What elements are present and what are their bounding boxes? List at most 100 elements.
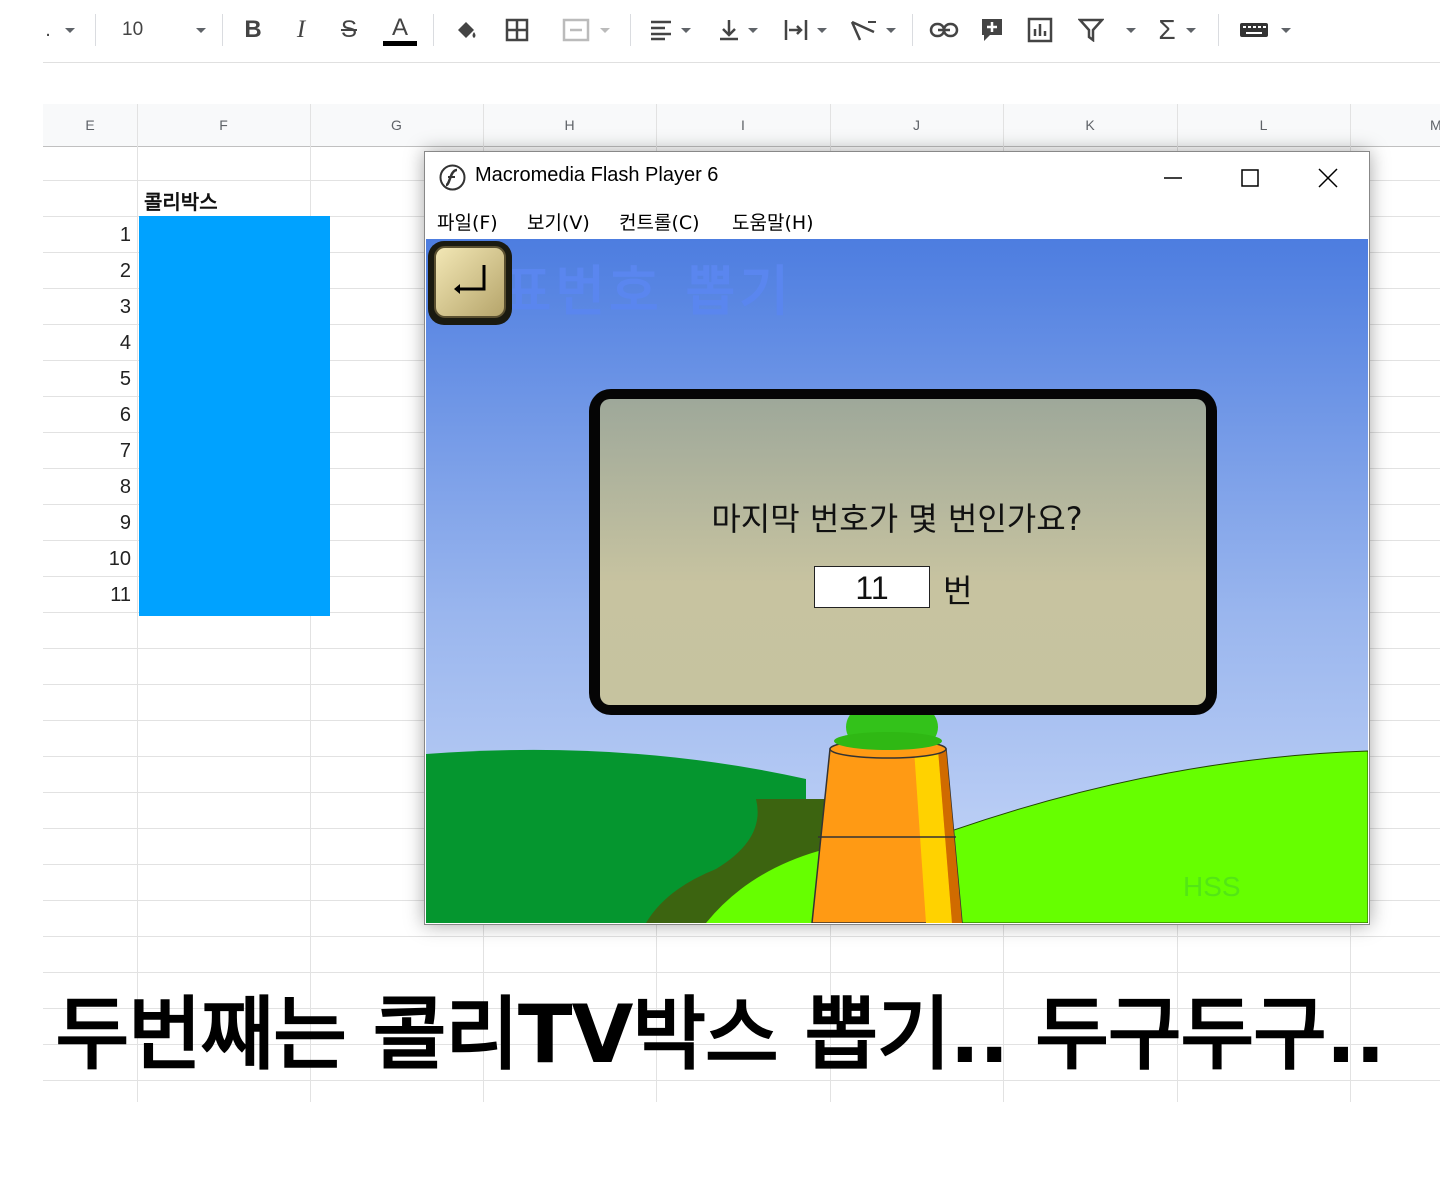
chevron-down-icon bbox=[196, 27, 206, 33]
insert-link-button[interactable] bbox=[926, 8, 962, 52]
chevron-down-icon bbox=[1185, 27, 1196, 33]
column-header-m[interactable]: M bbox=[1350, 104, 1440, 146]
font-dropdown[interactable]: . bbox=[40, 8, 80, 52]
filter-button[interactable] bbox=[1072, 8, 1142, 52]
text-color-button[interactable]: A bbox=[380, 8, 420, 52]
close-icon bbox=[1318, 168, 1338, 188]
chevron-down-icon bbox=[748, 27, 758, 33]
chevron-down-icon bbox=[1281, 27, 1291, 33]
window-menubar: 파일(F) 보기(V) 컨트롤(C) 도움말(H) bbox=[425, 202, 1369, 238]
column-header-row: E F G H I J K L M bbox=[43, 104, 1440, 147]
cell-row-value[interactable]: 2 bbox=[43, 260, 131, 283]
font-size-value: 10 bbox=[122, 19, 144, 40]
minimize-button[interactable] bbox=[1143, 158, 1203, 198]
minimize-icon bbox=[1164, 177, 1182, 179]
cell-row-value[interactable]: 7 bbox=[43, 440, 131, 463]
insert-chart-icon bbox=[1027, 17, 1053, 43]
input-tools-button[interactable] bbox=[1232, 8, 1298, 52]
menu-view[interactable]: 보기(V) bbox=[527, 208, 590, 235]
toolbar-divider bbox=[43, 62, 1440, 63]
menu-help[interactable]: 도움말(H) bbox=[732, 208, 814, 235]
italic-icon: I bbox=[296, 16, 306, 43]
cell-row-value[interactable]: 6 bbox=[43, 404, 131, 427]
toolbar-separator bbox=[222, 14, 223, 46]
toolbar-separator bbox=[912, 14, 913, 46]
cell-row-value[interactable]: 9 bbox=[43, 512, 131, 535]
menu-control[interactable]: 컨트롤(C) bbox=[619, 208, 700, 235]
cell-row-value[interactable]: 3 bbox=[43, 296, 131, 319]
cell-f-label[interactable]: 콜리박스 bbox=[144, 186, 218, 215]
close-button[interactable] bbox=[1298, 158, 1358, 198]
cell-row-value[interactable]: 5 bbox=[43, 368, 131, 391]
column-header-e[interactable]: E bbox=[43, 104, 137, 146]
column-header-i[interactable]: I bbox=[656, 104, 830, 146]
text-wrap-icon bbox=[784, 20, 808, 40]
input-tools-icon bbox=[1240, 23, 1268, 37]
enter-button[interactable] bbox=[426, 239, 514, 327]
cell-row-value[interactable]: 8 bbox=[43, 476, 131, 499]
window-titlebar[interactable]: Macromedia Flash Player 6 bbox=[425, 152, 1369, 202]
merge-cells-icon bbox=[562, 18, 590, 42]
flash-player-icon bbox=[439, 164, 466, 191]
window-title: Macromedia Flash Player 6 bbox=[475, 164, 719, 186]
cell-row-value[interactable]: 1 bbox=[43, 224, 131, 247]
toolbar: . 10 B I S A Σ bbox=[0, 0, 1440, 62]
font-size-dropdown[interactable]: 10 bbox=[110, 8, 214, 52]
bold-button[interactable]: B bbox=[236, 8, 270, 52]
cell-row-value[interactable]: 10 bbox=[43, 548, 131, 571]
horizontal-align-button[interactable] bbox=[644, 8, 696, 52]
functions-icon: Σ bbox=[1158, 14, 1176, 45]
chevron-down-icon bbox=[817, 27, 827, 33]
chevron-down-icon bbox=[1126, 27, 1136, 33]
italic-button[interactable]: I bbox=[284, 8, 318, 52]
text-rotation-button[interactable] bbox=[846, 8, 900, 52]
text-wrap-button[interactable] bbox=[778, 8, 832, 52]
insert-comment-icon bbox=[982, 19, 1002, 41]
insert-chart-button[interactable] bbox=[1023, 8, 1057, 52]
borders-icon bbox=[505, 18, 529, 42]
unit-label: 번 bbox=[943, 572, 973, 610]
text-color-icon: A bbox=[391, 13, 408, 41]
cell-row-value[interactable]: 11 bbox=[43, 584, 131, 607]
borders-button[interactable] bbox=[500, 8, 534, 52]
cell-row-value[interactable]: 4 bbox=[43, 332, 131, 355]
column-header-h[interactable]: H bbox=[483, 104, 656, 146]
menu-file[interactable]: 파일(F) bbox=[437, 208, 498, 235]
chevron-down-icon bbox=[600, 27, 610, 33]
grid-line bbox=[137, 104, 138, 1102]
text-rotation-icon bbox=[850, 20, 876, 41]
bold-icon: B bbox=[244, 16, 262, 43]
merge-cells-button[interactable] bbox=[552, 8, 620, 52]
column-header-l[interactable]: L bbox=[1177, 104, 1350, 146]
flash-player-window[interactable]: Macromedia Flash Player 6 파일(F) 보기(V) 컨트… bbox=[424, 151, 1370, 925]
highlighted-range[interactable] bbox=[139, 216, 330, 616]
question-text: 마지막 번호가 몇 번인가요? bbox=[711, 500, 1083, 538]
toolbar-separator bbox=[95, 14, 96, 46]
column-header-f[interactable]: F bbox=[137, 104, 310, 146]
filter-icon bbox=[1078, 18, 1104, 42]
vertical-align-button[interactable] bbox=[712, 8, 764, 52]
text-color-bar bbox=[383, 40, 417, 46]
dropdown-caret-icon bbox=[64, 27, 75, 33]
column-header-g[interactable]: G bbox=[310, 104, 483, 146]
functions-button[interactable]: Σ bbox=[1150, 8, 1204, 52]
strikethrough-icon: S bbox=[340, 16, 357, 43]
link-icon bbox=[929, 22, 959, 38]
maximize-button[interactable] bbox=[1220, 158, 1280, 198]
flash-stage[interactable]: 발표번호 뽑기 마지막 번호가 몇 번인가요? 11 번 HSS bbox=[426, 239, 1368, 923]
credit-text: HSS bbox=[1183, 871, 1241, 902]
column-header-k[interactable]: K bbox=[1003, 104, 1177, 146]
vertical-align-icon bbox=[720, 20, 738, 41]
video-caption: 두번째는 콜리TV박스 뽑기.. 두구두구.. bbox=[55, 988, 1385, 1081]
toolbar-separator bbox=[630, 14, 631, 46]
last-number-input[interactable]: 11 bbox=[814, 566, 930, 608]
maximize-icon bbox=[1241, 169, 1259, 187]
strikethrough-button[interactable]: S bbox=[332, 8, 366, 52]
horizontal-align-icon bbox=[651, 20, 671, 41]
fill-color-button[interactable] bbox=[450, 8, 484, 52]
column-header-j[interactable]: J bbox=[830, 104, 1003, 146]
insert-comment-button[interactable] bbox=[975, 8, 1009, 52]
grid-line bbox=[43, 936, 1440, 937]
fill-color-icon bbox=[458, 22, 476, 38]
toolbar-separator bbox=[1218, 14, 1219, 46]
